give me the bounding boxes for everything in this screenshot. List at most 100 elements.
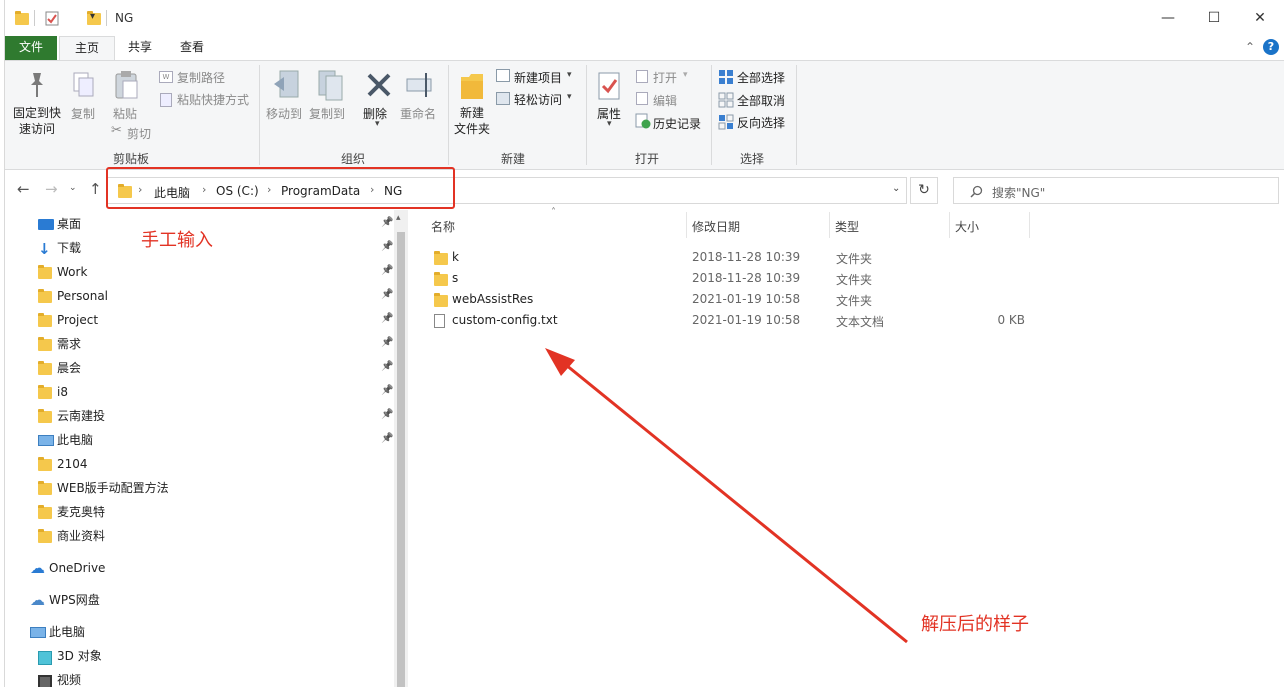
refresh-button[interactable]: ↻ (910, 177, 938, 204)
tab-file[interactable]: 文件 (5, 36, 57, 60)
properties-icon[interactable] (45, 10, 59, 26)
close-button[interactable]: ✕ (1237, 0, 1283, 36)
maximize-button[interactable]: ☐ (1191, 0, 1237, 36)
column-separator[interactable] (686, 212, 687, 238)
open-dropdown-icon[interactable]: ▾ (683, 70, 688, 80)
nav-root-item[interactable]: 此电脑 (27, 621, 377, 643)
column-separator[interactable] (829, 212, 830, 238)
nav-item[interactable]: 麦克奥特 (35, 501, 385, 523)
pin-icon[interactable]: 📌 (381, 289, 393, 300)
nav-item[interactable]: 晨会 (35, 357, 385, 379)
select-all-button[interactable]: 全部选择 (737, 69, 785, 86)
pin-icon[interactable]: 📌 (381, 313, 393, 324)
cut-button[interactable]: 剪切 (127, 125, 151, 142)
nav-root-item[interactable]: ☁ WPS网盘 (27, 589, 377, 611)
explorer-window: ▾ NG — ☐ ✕ 文件 主页 共享 查看 ⌃ ? 固定到快 速访问 复制 粘… (4, 0, 1284, 687)
nav-item[interactable]: 2104 (35, 453, 385, 475)
nav-item[interactable]: Project (35, 309, 385, 331)
copy-button[interactable]: 复制 (71, 105, 95, 122)
scroll-up-icon[interactable]: ▴ (396, 213, 401, 223)
column-header-size[interactable]: 大小 (955, 218, 979, 235)
folder-icon (38, 385, 52, 399)
easy-access-dropdown-icon[interactable]: ▾ (567, 92, 572, 102)
column-header-modified[interactable]: 修改日期 (692, 218, 740, 235)
address-dropdown-icon[interactable]: ⌄ (892, 183, 900, 194)
edit-icon (636, 92, 648, 105)
select-none-button[interactable]: 全部取消 (737, 92, 785, 109)
column-header-name[interactable]: 名称 (431, 218, 455, 235)
pin-to-quick-access-button[interactable]: 固定到快 速访问 (12, 105, 62, 137)
minimize-button[interactable]: — (1145, 0, 1191, 36)
tab-view[interactable]: 查看 (171, 36, 213, 60)
paste-shortcut-button[interactable]: 粘贴快捷方式 (177, 91, 249, 108)
nav-item[interactable]: 需求 (35, 333, 385, 355)
new-folder-button[interactable]: 新建 文件夹 (452, 105, 492, 137)
pin-icon[interactable]: 📌 (381, 385, 393, 396)
column-header-type[interactable]: 类型 (835, 218, 859, 235)
nav-item[interactable]: 云南建投 (35, 405, 385, 427)
nav-item[interactable]: i8 (35, 381, 385, 403)
column-separator[interactable] (1029, 212, 1030, 238)
help-icon[interactable]: ? (1263, 39, 1279, 55)
file-row[interactable]: custom-config.txt 2021-01-19 10:58 文本文档 0 K… (425, 311, 1035, 331)
recent-locations-icon[interactable]: ⌄ (69, 183, 77, 193)
properties-dropdown-icon[interactable]: ▾ (607, 119, 612, 129)
properties-large-icon (598, 72, 620, 100)
new-item-button[interactable]: 新建项目 (514, 69, 562, 86)
pin-icon[interactable]: 📌 (381, 241, 393, 252)
file-row[interactable]: webAssistRes 2021-01-19 10:58 文件夹 (425, 290, 1035, 310)
nav-item[interactable]: Work (35, 261, 385, 283)
open-button[interactable]: 打开 (653, 69, 677, 86)
group-separator (711, 65, 712, 165)
nav-scrollbar-thumb[interactable] (397, 232, 405, 687)
history-button[interactable]: 历史记录 (653, 115, 701, 132)
search-box[interactable]: 搜索"NG" (953, 177, 1279, 204)
nav-item[interactable]: 桌面 (35, 213, 385, 235)
nav-item[interactable]: 此电脑 (35, 429, 385, 451)
nav-item[interactable]: 商业资料 (35, 525, 385, 547)
nav-item[interactable]: ↓ 下载 (35, 237, 385, 259)
nav-root-item[interactable]: ☁ OneDrive (27, 557, 377, 579)
tab-share[interactable]: 共享 (119, 36, 161, 60)
text-file-icon (434, 314, 445, 328)
file-name: webAssistRes (452, 292, 534, 306)
up-button[interactable]: ↑ (89, 180, 102, 198)
search-placeholder: 搜索"NG" (992, 186, 1046, 200)
file-name: s (452, 271, 459, 285)
invert-selection-button[interactable]: 反向选择 (737, 114, 785, 131)
file-modified: 2021-01-19 10:58 (692, 292, 801, 306)
collapse-ribbon-icon[interactable]: ⌃ (1245, 40, 1255, 54)
file-row[interactable]: k 2018-11-28 10:39 文件夹 (425, 248, 1035, 268)
tab-home[interactable]: 主页 (59, 36, 115, 60)
easy-access-icon (496, 92, 510, 105)
move-to-button[interactable]: 移动到 (266, 105, 302, 122)
pin-icon[interactable]: 📌 (381, 265, 393, 276)
pin-icon[interactable]: 📌 (381, 361, 393, 372)
column-separator[interactable] (949, 212, 950, 238)
group-separator (448, 65, 449, 165)
paste-button[interactable]: 粘贴 (113, 105, 137, 122)
nav-item[interactable]: Personal (35, 285, 385, 307)
edit-button[interactable]: 编辑 (653, 92, 677, 109)
copy-path-button[interactable]: 复制路径 (177, 69, 225, 86)
nav-item[interactable]: WEB版手动配置方法 (35, 477, 385, 499)
pin-icon[interactable]: 📌 (381, 409, 393, 420)
file-type: 文件夹 (836, 294, 873, 308)
nav-item-label: WEB版手动配置方法 (57, 481, 169, 495)
rename-button[interactable]: 重命名 (400, 105, 436, 122)
nav-root-item[interactable]: 视频 (35, 669, 385, 687)
pin-icon[interactable]: 📌 (381, 217, 393, 228)
pin-icon[interactable]: 📌 (381, 433, 393, 444)
nav-item-label: 桌面 (57, 217, 82, 231)
annotation-after-extract: 解压后的样子 (921, 614, 1029, 635)
pin-icon[interactable]: 📌 (381, 337, 393, 348)
easy-access-button[interactable]: 轻松访问 (514, 91, 562, 108)
copy-to-button[interactable]: 复制到 (309, 105, 345, 122)
new-item-dropdown-icon[interactable]: ▾ (567, 70, 572, 80)
back-button[interactable]: ← (17, 180, 30, 198)
file-row[interactable]: s 2018-11-28 10:39 文件夹 (425, 269, 1035, 289)
quick-access-dropdown-icon[interactable]: ▾ (90, 11, 95, 27)
forward-button[interactable]: → (45, 180, 58, 198)
nav-root-item[interactable]: 3D 对象 (35, 645, 385, 667)
delete-dropdown-icon[interactable]: ▾ (375, 119, 380, 129)
